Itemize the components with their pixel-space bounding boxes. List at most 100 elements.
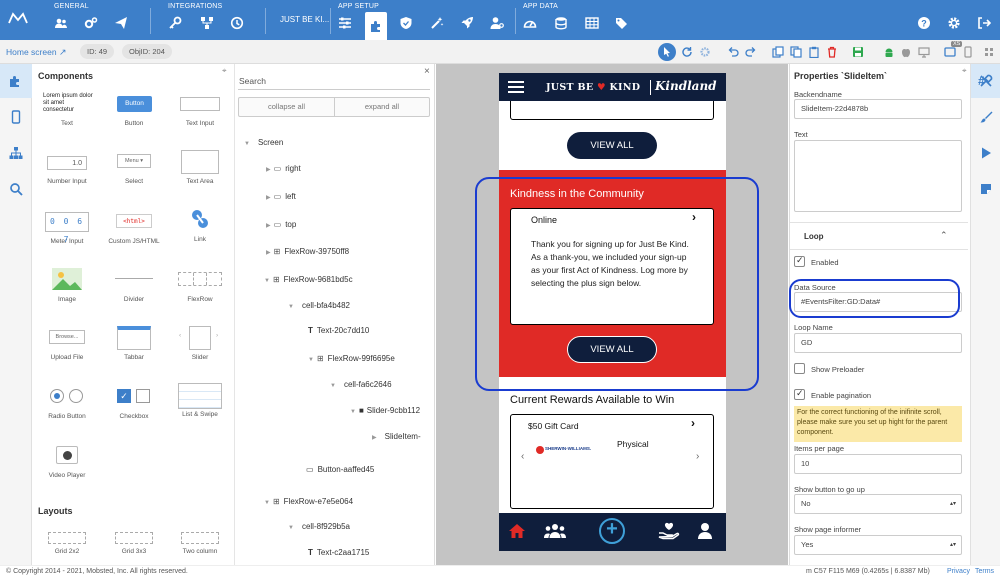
magic-wand-icon[interactable] (430, 16, 444, 30)
view-all-button[interactable]: VIEW ALL (567, 132, 657, 159)
delete-icon[interactable] (826, 46, 838, 58)
show-preloader-checkbox[interactable] (794, 363, 805, 374)
layout-two-column[interactable]: Two column (169, 528, 231, 555)
collapse-all-button[interactable]: collapse all (239, 98, 335, 116)
dashboard-icon[interactable] (523, 16, 537, 30)
component-divider[interactable]: Divider (103, 268, 165, 303)
shield-icon[interactable] (399, 16, 413, 30)
select-tool-button[interactable] (658, 43, 676, 61)
layout-grid-3x3[interactable]: Grid 3x3 (103, 528, 165, 555)
undo-icon[interactable] (727, 46, 739, 58)
community-users-icon[interactable] (544, 523, 566, 539)
tree-node-slideitem[interactable]: ▶ SlideItem- (372, 432, 421, 441)
component-slider[interactable]: ‹ › Slider (169, 326, 231, 361)
desktop-icon[interactable] (918, 46, 930, 58)
reward-prev-icon[interactable]: ‹ (521, 451, 524, 462)
settings-gear-icon[interactable] (947, 16, 961, 30)
component-custom-html[interactable]: <html> Custom JS/HTML (103, 210, 165, 245)
heart-hand-icon[interactable] (658, 522, 680, 540)
mobsted-logo-icon[interactable] (8, 11, 28, 25)
add-plus-icon[interactable]: + (599, 518, 625, 544)
reward-next-icon[interactable]: › (696, 451, 699, 462)
app-name[interactable]: JUST BE KI... (280, 15, 329, 24)
pin-icon[interactable]: ⌖ (962, 66, 967, 76)
apple-icon[interactable] (900, 46, 912, 58)
paste-icon[interactable] (808, 46, 820, 58)
tree-node-cell[interactable]: ▼ cell-bfa4b482 (288, 301, 350, 310)
key-icon[interactable] (168, 16, 182, 30)
hash-icon[interactable]: # (978, 74, 985, 88)
android-icon[interactable] (883, 46, 895, 58)
component-link[interactable]: Link (169, 208, 231, 243)
rocket-icon[interactable] (460, 16, 474, 30)
gear-icon[interactable] (699, 46, 711, 58)
tree-node-flexrow[interactable]: ▼ ⊞ FlexRow-99f6695e (308, 354, 395, 363)
reward-card[interactable]: $50 Gift Card › Physical SHERWIN-WILLIAM… (510, 414, 714, 509)
terms-link[interactable]: Terms (975, 568, 994, 575)
chevron-up-icon[interactable]: ⌃ (940, 230, 948, 241)
database-icon[interactable] (554, 16, 568, 30)
component-tabbar[interactable]: Tabbar (103, 326, 165, 361)
constructor-puzzle-icon[interactable] (365, 12, 387, 40)
home-screen-link[interactable]: Home screen ↗ (6, 47, 66, 58)
pin-icon[interactable]: ⌖ (222, 66, 227, 76)
tree-tab[interactable] (0, 136, 32, 170)
show-button-select[interactable]: No ▴▾ (794, 494, 962, 514)
component-button[interactable]: Button Button (103, 92, 165, 127)
component-image[interactable]: Image (36, 268, 98, 303)
tree-node-flexrow[interactable]: ▼ ⊞ FlexRow-9681bd5c (264, 275, 353, 284)
component-text-area[interactable]: Text Area (169, 150, 231, 185)
tree-node-cell[interactable]: ▼ cell-8f929b5a (288, 522, 350, 531)
items-per-page-input[interactable]: 10 (794, 454, 962, 474)
save-icon[interactable] (852, 46, 864, 58)
loopname-input[interactable]: GD (794, 333, 962, 353)
search-tab[interactable] (0, 172, 32, 206)
actions-tab[interactable] (971, 136, 1000, 170)
component-text[interactable]: Lorem ipsum dolor sit amet consectetur T… (36, 92, 98, 127)
help-icon[interactable]: ? (917, 16, 931, 30)
close-icon[interactable]: × (424, 66, 430, 77)
show-informer-select[interactable]: Yes ▴▾ (794, 535, 962, 555)
gears-icon[interactable] (84, 16, 98, 30)
component-radio-button[interactable]: Radio Button (36, 385, 98, 420)
logout-icon[interactable] (977, 16, 991, 30)
sliders-icon[interactable] (338, 16, 352, 30)
hamburger-menu-icon[interactable] (508, 81, 524, 93)
screens-tab[interactable] (0, 100, 32, 134)
enable-pagination-checkbox[interactable]: ✓ (794, 388, 805, 400)
notes-tab[interactable] (971, 172, 1000, 206)
component-meter-input[interactable]: 0 0 6 7 Meter Input (36, 210, 98, 245)
text-textarea[interactable] (794, 140, 962, 212)
flow-icon[interactable] (200, 16, 214, 30)
component-video-player[interactable]: Video Player (36, 444, 98, 479)
mobile-phone-icon[interactable] (962, 46, 974, 58)
duplicate-icon[interactable] (790, 46, 802, 58)
component-text-input[interactable]: Text Input (169, 92, 231, 127)
styles-tab[interactable] (971, 100, 1000, 134)
tree-node-text[interactable]: T Text-c2aa1715 (308, 548, 369, 557)
tags-icon[interactable] (615, 16, 629, 30)
tree-node-right[interactable]: ▶ ▭ right (266, 164, 301, 173)
tree-node-flexrow[interactable]: ▶ ⊞ FlexRow-39750ff8 (266, 247, 349, 256)
external-link-icon[interactable]: ↗ (59, 47, 67, 57)
copy-icon[interactable] (772, 46, 784, 58)
tree-node-text[interactable]: T Text-20c7dd10 (308, 326, 369, 335)
layout-grid-2x2[interactable]: Grid 2x2 (36, 528, 98, 555)
user-settings-icon[interactable] (490, 16, 504, 30)
component-select[interactable]: Menu ▾ Select (103, 150, 165, 185)
chevron-right-icon[interactable]: › (691, 416, 695, 430)
backendname-input[interactable]: SlideItem-22d4878b (794, 99, 962, 119)
component-list-swipe[interactable]: List & Swipe (169, 383, 231, 418)
tree-node-slider[interactable]: ▼ ■ Slider-9cbb112 (350, 406, 420, 415)
tree-node-cell[interactable]: ▼ cell-fa6c2646 (330, 380, 392, 389)
loop-section-header[interactable]: Loop ⌃ (790, 222, 968, 250)
tree-node-flexrow[interactable]: ▼ ⊞ FlexRow-e7e5e064 (264, 497, 353, 506)
refresh-icon[interactable] (681, 46, 693, 58)
send-icon[interactable] (114, 16, 128, 30)
tablet-icon[interactable] (944, 46, 956, 58)
tree-node-screen[interactable]: ▼ Screen (244, 138, 283, 147)
users-icon[interactable] (54, 16, 68, 30)
tree-node-button[interactable]: ▭ Button-aaffed45 (306, 465, 374, 474)
expand-all-button[interactable]: expand all (335, 98, 429, 116)
component-flexrow[interactable]: FlexRow (169, 268, 231, 303)
